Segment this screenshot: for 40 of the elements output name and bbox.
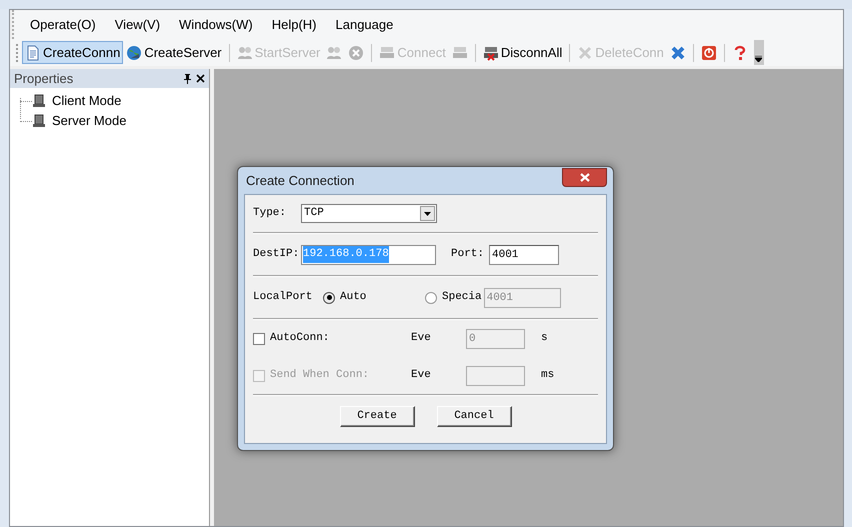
close-icon[interactable] <box>196 74 205 83</box>
globe-icon <box>126 44 142 60</box>
dialog-button[interactable]: Create <box>340 406 414 426</box>
overflow-button[interactable] <box>754 40 764 65</box>
field-label: LocalPort <box>253 290 314 306</box>
caret-icon <box>755 56 762 62</box>
menu-item[interactable]: Windows(W) <box>179 14 253 34</box>
field-label: Type: <box>253 206 288 222</box>
menu-item[interactable]: Help(H) <box>272 14 316 34</box>
dialog-button[interactable]: Cancel <box>436 406 512 426</box>
device-icon <box>32 94 46 108</box>
field-label: DestIP: <box>253 247 300 262</box>
network-icon <box>482 44 499 60</box>
toolbar-button[interactable]: DisconnAll <box>480 41 566 64</box>
menu-item[interactable]: Language <box>336 14 394 34</box>
field-label: Eve <box>411 331 432 346</box>
tree-item[interactable]: Server Mode <box>52 111 126 131</box>
people-icon <box>236 44 253 60</box>
toolbar-button[interactable]: CreateConnn <box>22 41 124 64</box>
panel-title: Properties <box>14 70 74 88</box>
field-label: Eve <box>411 368 432 384</box>
network-icon <box>379 44 396 60</box>
menu-item[interactable]: View(V) <box>114 14 160 34</box>
toolbar-button[interactable]: CreateServer <box>123 41 225 64</box>
field-label: Port: <box>451 247 486 262</box>
unit-label: s <box>541 331 548 346</box>
type-dropdown[interactable]: TCP <box>301 204 437 223</box>
device-icon <box>32 114 46 128</box>
pin-icon[interactable] <box>183 74 192 84</box>
checkbox-option[interactable]: AutoConn: <box>253 330 411 347</box>
close-icon <box>580 173 590 182</box>
document-icon <box>25 44 41 60</box>
close-button[interactable] <box>562 168 607 187</box>
menu-item[interactable]: Operate(O) <box>30 14 96 34</box>
dialog-title: Create Connection <box>246 172 354 190</box>
port-field[interactable]: 4001 <box>489 244 559 264</box>
tree-item[interactable]: Client Mode <box>52 91 122 111</box>
caret-icon <box>424 212 431 216</box>
x-icon <box>577 44 594 60</box>
unit-label: ms <box>541 368 554 384</box>
